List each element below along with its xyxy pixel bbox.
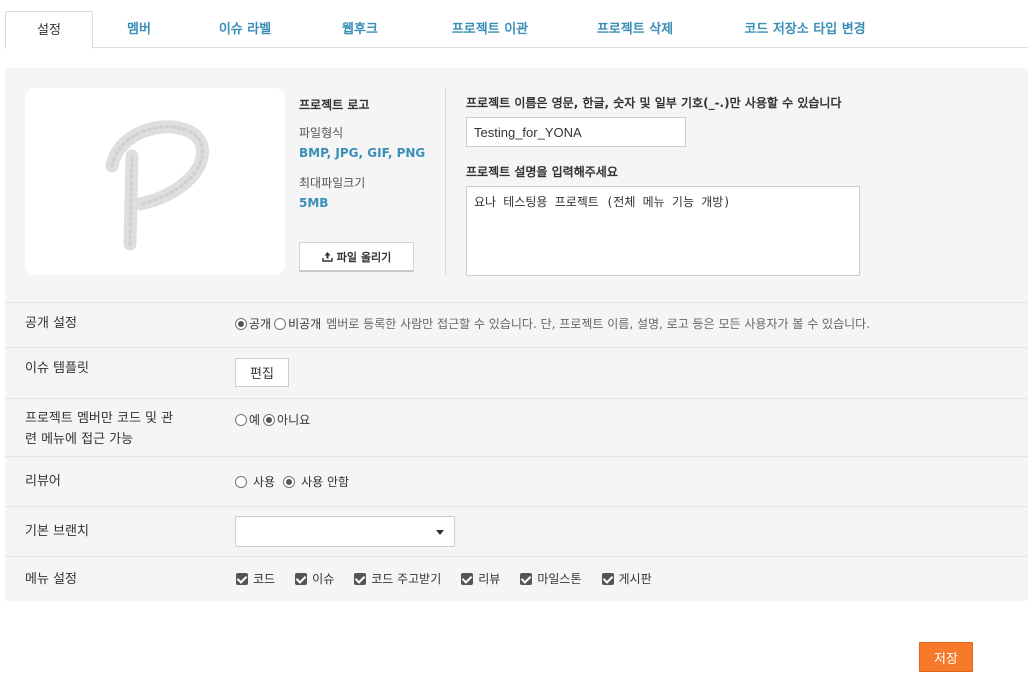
menu-item-pull-request[interactable]: 코드 주고받기	[354, 570, 441, 587]
default-branch-row: 기본 브랜치	[5, 506, 1028, 556]
project-logo-image	[105, 120, 209, 251]
menu-settings-label: 메뉴 설정	[25, 572, 77, 587]
member-only-yes-radio[interactable]	[235, 413, 247, 426]
issue-template-content: 편집	[235, 358, 289, 387]
checkbox-checked[interactable]	[354, 572, 367, 585]
default-branch-content	[235, 516, 455, 547]
project-name-input[interactable]	[466, 117, 686, 147]
max-size-label: 최대파일크기	[299, 176, 366, 190]
reviewer-use-label: 사용	[253, 475, 276, 489]
checkbox-checked[interactable]	[295, 572, 308, 585]
default-branch-select[interactable]	[235, 516, 455, 547]
checkbox-checked[interactable]	[520, 572, 533, 585]
menu-item-label: 마일스톤	[537, 572, 582, 586]
member-only-row: 프로젝트 멤버만 코드 및 관 련 메뉴에 접근 가능 예 아니요	[5, 398, 1028, 456]
menu-item-label: 코드 주고받기	[371, 572, 442, 586]
member-only-label-line1: 프로젝트 멤버만 코드 및 관	[25, 411, 174, 426]
visibility-public-radio[interactable]	[235, 317, 247, 330]
checkbox-checked[interactable]	[461, 572, 474, 585]
visibility-hint: 멤버로 등록한 사람만 접근할 수 있습니다. 단, 프로젝트 이름, 설명, …	[326, 317, 871, 331]
project-logo-preview	[25, 88, 285, 275]
menu-item-milestone[interactable]: 마일스톤	[520, 570, 582, 587]
visibility-private-radio[interactable]	[274, 317, 287, 330]
reviewer-use-radio[interactable]	[235, 475, 247, 488]
member-only-no-radio[interactable]	[263, 413, 276, 426]
tab-webhooks[interactable]: 웹후크	[305, 11, 415, 48]
menu-item-label: 리뷰	[478, 572, 501, 586]
menu-item-review[interactable]: 리뷰	[461, 570, 500, 587]
reviewer-options: 사용 사용 안함	[235, 473, 352, 490]
tab-members[interactable]: 멤버	[93, 11, 185, 48]
chevron-down-icon	[436, 530, 444, 535]
checkbox-checked[interactable]	[601, 572, 614, 585]
file-format-value: BMP, JPG, GIF, PNG	[299, 146, 426, 160]
menu-item-issue[interactable]: 이슈	[295, 570, 334, 587]
upload-file-label: 파일 올리기	[336, 250, 392, 264]
reviewer-label: 리뷰어	[25, 474, 61, 489]
project-desc-textarea[interactable]: 요나 테스팅용 프로젝트 (전체 메뉴 기능 개방)	[466, 186, 860, 276]
logo-title: 프로젝트 로고	[299, 98, 370, 112]
reviewer-nouse-radio[interactable]	[283, 475, 296, 488]
menu-item-code[interactable]: 코드	[236, 570, 275, 587]
checkbox-checked[interactable]	[236, 572, 248, 585]
member-only-label-line2: 련 메뉴에 접근 가능	[25, 432, 134, 447]
divider	[445, 88, 446, 275]
menu-item-board[interactable]: 게시판	[601, 570, 652, 587]
issue-template-edit-button[interactable]: 편집	[235, 358, 289, 387]
visibility-row: 공개 설정 공개 비공개 멤버로 등록한 사람만 접근할 수 있습니다. 단, …	[5, 302, 1028, 348]
upload-file-button[interactable]: 파일 올리기	[299, 242, 414, 272]
default-branch-label: 기본 브랜치	[25, 524, 89, 539]
issue-template-label: 이슈 템플릿	[25, 361, 89, 376]
visibility-options: 공개 비공개 멤버로 등록한 사람만 접근할 수 있습니다. 단, 프로젝트 이…	[235, 315, 870, 332]
member-only-no-label: 아니요	[277, 413, 311, 427]
project-name-label: 프로젝트 이름은 영문, 한글, 숫자 및 일부 기호(_-.)만 사용할 수 …	[466, 96, 842, 110]
tab-project-transfer[interactable]: 프로젝트 이관	[415, 11, 565, 48]
tab-project-delete[interactable]: 프로젝트 삭제	[565, 11, 705, 48]
settings-tabs: 설정 멤버 이슈 라벨 웹후크 프로젝트 이관 프로젝트 삭제 코드 저장소 타…	[5, 11, 1028, 49]
reviewer-nouse-label: 사용 안함	[301, 475, 350, 489]
menu-item-label: 이슈	[312, 572, 335, 586]
member-only-options: 예 아니요	[235, 411, 313, 428]
save-button[interactable]: 저장	[919, 642, 973, 672]
reviewer-row: 리뷰어 사용 사용 안함	[5, 456, 1028, 506]
member-only-yes-label: 예	[249, 413, 261, 427]
settings-panel: 프로젝트 로고 파일형식 BMP, JPG, GIF, PNG 최대파일크기 5…	[5, 68, 1028, 601]
issue-template-row: 이슈 템플릿 편집	[5, 347, 1028, 398]
visibility-public-label: 공개	[249, 317, 272, 331]
file-format-label: 파일형식	[299, 126, 344, 140]
tab-issue-labels[interactable]: 이슈 라벨	[185, 11, 305, 48]
menu-item-label: 코드	[253, 572, 276, 586]
visibility-private-label: 비공개	[288, 317, 322, 331]
tab-settings[interactable]: 설정	[5, 11, 93, 49]
visibility-label: 공개 설정	[25, 316, 77, 331]
project-desc-label: 프로젝트 설명을 입력해주세요	[466, 165, 618, 179]
logo-info: 프로젝트 로고 파일형식 BMP, JPG, GIF, PNG 최대파일크기 5…	[299, 96, 449, 210]
menu-item-label: 게시판	[618, 572, 652, 586]
tab-repo-type-change[interactable]: 코드 저장소 타입 변경	[705, 11, 905, 48]
member-only-label: 프로젝트 멤버만 코드 및 관 련 메뉴에 접근 가능	[25, 408, 173, 450]
menu-settings-options: 코드 이슈 코드 주고받기 리뷰 마일스톤 게시판	[236, 570, 672, 587]
menu-settings-row: 메뉴 설정 코드 이슈 코드 주고받기 리뷰 마일스톤 게시판	[5, 556, 1028, 601]
max-size-value: 5MB	[299, 196, 329, 210]
upload-icon	[322, 252, 333, 262]
